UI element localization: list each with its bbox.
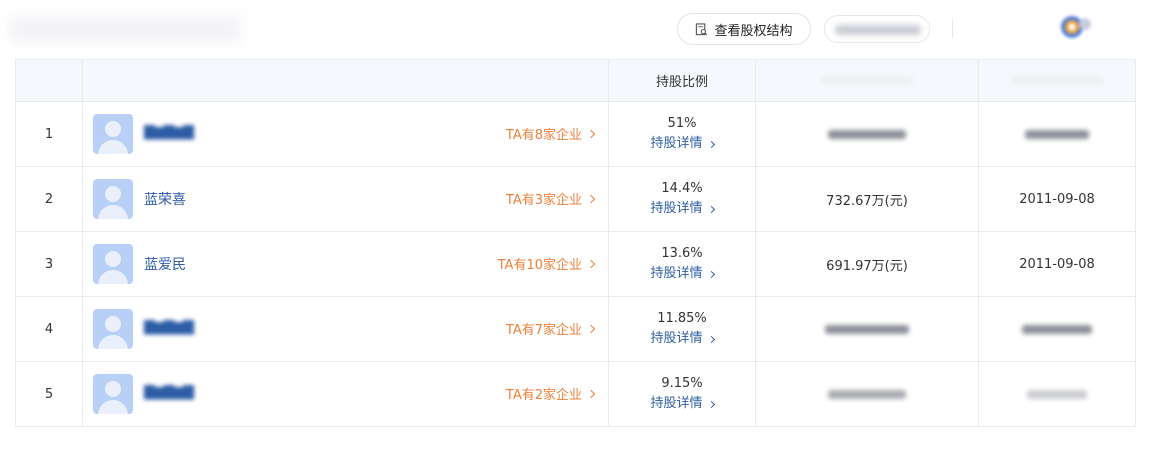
toolbar-divider xyxy=(952,20,953,38)
amount-cell xyxy=(755,101,979,167)
table-row: 1 ▇▆▇▆▇ TA有8家企业 51% 持股详情 xyxy=(15,101,1136,167)
table-row: 2 蓝荣喜 TA有3家企业 14.4% 持股详情 732.67万(元) 2011… xyxy=(15,166,1136,232)
chevron-right-icon xyxy=(707,140,715,148)
table-row: 5 ▇▆▇▆▇ TA有2家企业 9.15% 持股详情 xyxy=(15,361,1136,427)
chevron-right-icon xyxy=(586,259,596,268)
ratio-cell: 9.15% 持股详情 xyxy=(608,361,756,427)
chevron-right-icon xyxy=(586,389,596,398)
shareholder-name[interactable]: 蓝荣喜 xyxy=(144,189,186,209)
blurred-amount xyxy=(828,129,906,139)
row-number: 2 xyxy=(15,166,83,232)
chevron-right-icon xyxy=(707,400,715,408)
header-no xyxy=(15,59,83,102)
shareholder-name[interactable]: 蓝爱民 xyxy=(144,254,186,274)
shareholder-cell: ▇▆▇▆▇ TA有2家企业 xyxy=(82,361,609,427)
shareholder-name-blurred[interactable]: ▇▆▇▆▇ xyxy=(144,384,194,400)
shareholder-cell: 蓝荣喜 TA有3家企业 xyxy=(82,166,609,232)
ratio-cell: 14.4% 持股详情 xyxy=(608,166,756,232)
ratio-value: 51% xyxy=(667,116,697,131)
shareholder-cell: ▇▆▇▆▇ TA有7家企业 xyxy=(82,296,609,362)
amount-cell xyxy=(755,361,979,427)
holding-detail-link[interactable]: 持股详情 xyxy=(650,134,715,154)
table-row: 3 蓝爱民 TA有10家企业 13.6% 持股详情 691.97万(元) 201… xyxy=(15,231,1136,297)
chevron-right-icon xyxy=(707,335,715,343)
chevron-right-icon xyxy=(707,270,715,278)
blurred-amount xyxy=(825,324,909,334)
holding-detail-link[interactable]: 持股详情 xyxy=(650,394,715,414)
row-number: 5 xyxy=(15,361,83,427)
amount-cell: 691.97万(元) xyxy=(755,231,979,297)
ratio-value: 13.6% xyxy=(661,246,703,261)
view-equity-structure-label: 查看股权结构 xyxy=(714,23,793,39)
related-companies-link[interactable]: TA有7家企业 xyxy=(506,319,596,338)
date-cell xyxy=(978,361,1136,427)
row-number: 1 xyxy=(15,101,83,167)
ratio-value: 14.4% xyxy=(661,181,703,196)
date-cell: 2011-09-08 xyxy=(978,231,1136,297)
blurred-date xyxy=(1022,324,1092,334)
date-cell xyxy=(978,296,1136,362)
holding-detail-link[interactable]: 持股详情 xyxy=(650,264,715,284)
date-cell xyxy=(978,101,1136,167)
amount-cell xyxy=(755,296,979,362)
shareholder-name-blurred[interactable]: ▇▆▇▆▇ xyxy=(144,124,194,140)
ratio-value: 9.15% xyxy=(661,376,703,391)
blurred-heading xyxy=(10,15,242,43)
blurred-amount xyxy=(828,389,906,399)
search-document-icon xyxy=(696,22,708,35)
shareholder-name-blurred[interactable]: ▇▆▇▆▇ xyxy=(144,319,194,335)
holding-detail-link[interactable]: 持股详情 xyxy=(650,329,715,349)
ratio-value: 11.85% xyxy=(657,311,707,326)
avatar xyxy=(93,114,133,154)
holding-detail-link[interactable]: 持股详情 xyxy=(650,199,715,219)
related-companies-link[interactable]: TA有10家企业 xyxy=(498,254,596,273)
shareholder-cell: 蓝爱民 TA有10家企业 xyxy=(82,231,609,297)
chevron-right-icon xyxy=(586,129,596,138)
chevron-right-icon xyxy=(586,194,596,203)
shareholders-table: 持股比例 1 ▇▆▇▆▇ TA有8家企业 51% 持股详情 2 蓝荣喜 TA有3… xyxy=(15,59,1136,427)
avatar xyxy=(93,374,133,414)
avatar xyxy=(93,309,133,349)
related-companies-link[interactable]: TA有2家企业 xyxy=(506,384,596,403)
related-companies-link[interactable]: TA有3家企业 xyxy=(506,189,596,208)
date-cell: 2011-09-08 xyxy=(978,166,1136,232)
row-number: 4 xyxy=(15,296,83,362)
chevron-right-icon xyxy=(707,205,715,213)
shareholder-cell: ▇▆▇▆▇ TA有8家企业 xyxy=(82,101,609,167)
table-row: 4 ▇▆▇▆▇ TA有7家企业 11.85% 持股详情 xyxy=(15,296,1136,362)
ratio-cell: 51% 持股详情 xyxy=(608,101,756,167)
ratio-cell: 13.6% 持股详情 xyxy=(608,231,756,297)
header-shareholder xyxy=(82,59,609,102)
row-number: 3 xyxy=(15,231,83,297)
amount-cell: 732.67万(元) xyxy=(755,166,979,232)
header-ratio: 持股比例 xyxy=(608,59,756,102)
chevron-right-icon xyxy=(586,324,596,333)
view-equity-structure-button[interactable]: 查看股权结构 xyxy=(677,13,811,45)
blurred-date xyxy=(1027,389,1087,399)
avatar xyxy=(93,244,133,284)
related-companies-link[interactable]: TA有8家企业 xyxy=(506,124,596,143)
header-amount xyxy=(755,59,979,102)
table-header-row: 持股比例 xyxy=(15,59,1136,102)
avatar xyxy=(93,179,133,219)
brand-logo xyxy=(1058,13,1096,43)
header-date xyxy=(978,59,1136,102)
ratio-cell: 11.85% 持股详情 xyxy=(608,296,756,362)
blurred-pill-button[interactable] xyxy=(824,15,930,43)
blurred-date xyxy=(1025,129,1089,139)
